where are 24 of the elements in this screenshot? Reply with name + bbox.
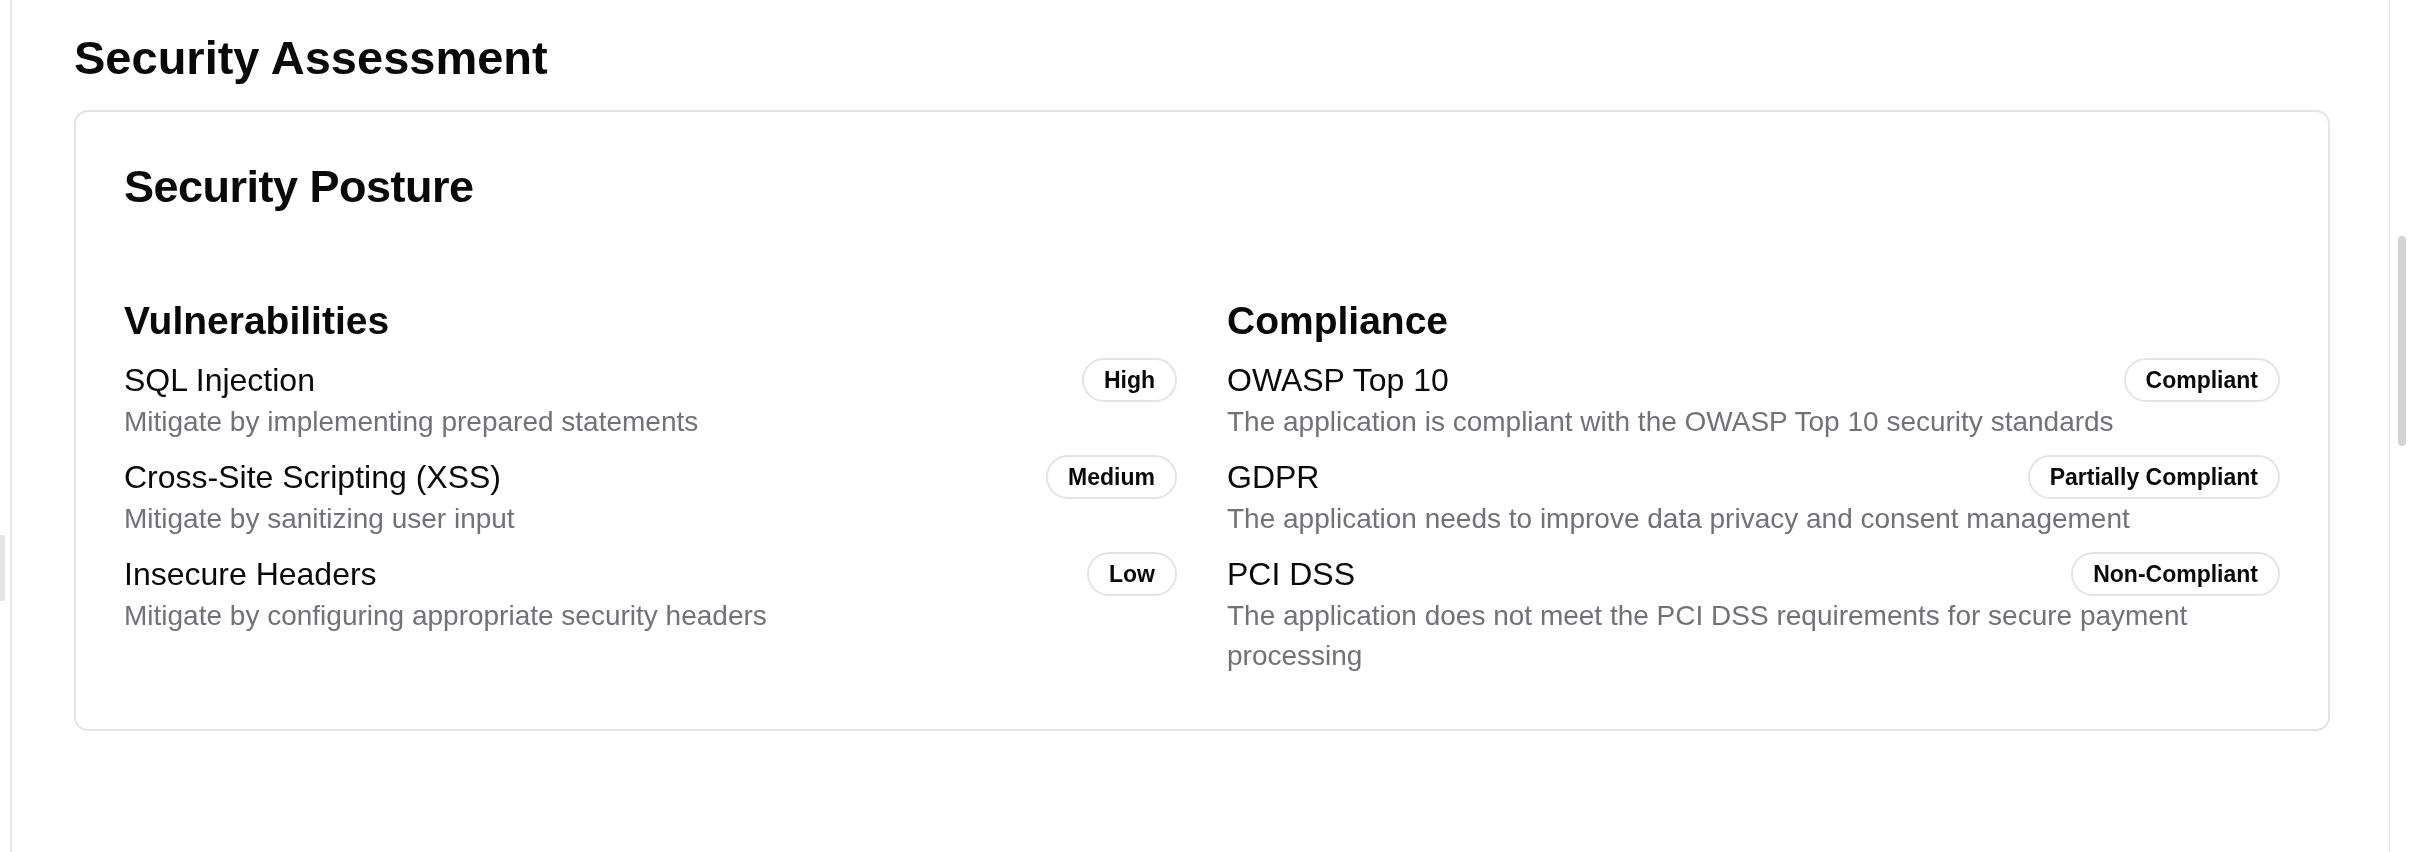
- item-description: The application is compliant with the OWASP Top 10 security standards: [1227, 405, 2115, 439]
- item-name: SQL Injection: [124, 361, 315, 400]
- item-description: Mitigate by implementing prepared statements: [124, 405, 700, 439]
- scrollbar-thumb[interactable]: [2398, 236, 2406, 446]
- section-heading: Vulnerabilities: [124, 298, 391, 344]
- item-description: Mitigate by configuring appropriate security headers: [124, 599, 768, 633]
- status-badge: Non-Compliant: [2071, 552, 2280, 596]
- status-badge: Medium: [1046, 455, 1177, 499]
- item-name: OWASP Top 10: [1227, 361, 1449, 400]
- item-description: Mitigate by sanitizing user input: [124, 502, 516, 536]
- panel-handle[interactable]: [0, 535, 5, 601]
- page-title: Security Assessment: [74, 30, 549, 86]
- item-name: PCI DSS: [1227, 555, 1356, 594]
- status-badge: Compliant: [2123, 358, 2280, 402]
- card-title: Security Posture: [124, 160, 475, 214]
- status-badge: High: [1081, 358, 1177, 402]
- item-description: The application needs to improve data privacy and consent management: [1227, 502, 2131, 536]
- item-name: Cross-Site Scripting (XSS): [124, 458, 501, 497]
- status-badge: Partially Compliant: [2027, 455, 2280, 499]
- item-name: Insecure Headers: [124, 555, 377, 594]
- status-badge: Low: [1087, 552, 1177, 596]
- section-heading: Compliance: [1227, 298, 1450, 344]
- item-name: GDPR: [1227, 458, 1320, 497]
- item-description: The application does not meet the PCI DSS requirements for secure payment processing: [1227, 599, 2189, 673]
